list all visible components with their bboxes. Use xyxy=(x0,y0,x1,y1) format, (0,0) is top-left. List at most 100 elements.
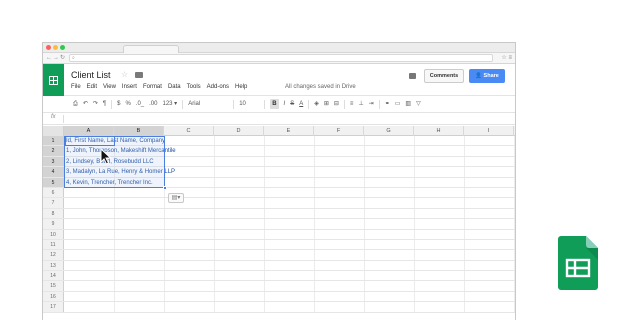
row-cells[interactable] xyxy=(64,187,515,198)
menu-add-ons[interactable]: Add-ons xyxy=(207,84,229,90)
row-cells[interactable] xyxy=(64,281,515,291)
share-button[interactable]: 👤 Share xyxy=(469,69,505,83)
menu-insert[interactable]: Insert xyxy=(122,84,137,90)
borders-icon[interactable]: ⊞ xyxy=(324,99,329,109)
row-header[interactable]: 11 xyxy=(43,239,64,250)
column-header[interactable]: C xyxy=(164,126,214,136)
row-header[interactable]: 4 xyxy=(43,167,64,177)
row-cells[interactable]: 2, Lindsey, Budd, Rosebudd LLC xyxy=(64,156,515,167)
row-cells[interactable] xyxy=(64,260,515,271)
bold-button[interactable]: B xyxy=(270,99,279,109)
minimize-window-button[interactable] xyxy=(53,45,58,50)
comments-button[interactable]: Comments xyxy=(424,69,464,83)
fill-handle[interactable] xyxy=(163,186,167,190)
row-header[interactable]: 16 xyxy=(43,291,64,302)
paint-format-icon[interactable]: ¶ xyxy=(103,99,106,109)
font-size-select[interactable]: 10 xyxy=(239,99,259,109)
text-color-button[interactable]: A xyxy=(299,99,303,109)
row-cells[interactable] xyxy=(64,302,515,312)
more-formats-dropdown[interactable]: 123 ▾ xyxy=(162,99,177,109)
undo-icon[interactable]: ↶ xyxy=(83,99,88,109)
folder-icon[interactable] xyxy=(135,72,143,78)
row-cells[interactable] xyxy=(64,250,515,260)
browser-tab[interactable] xyxy=(123,45,179,53)
paste-options-icon[interactable]: ▤▾ xyxy=(168,193,184,203)
insert-link-icon[interactable]: ⚭ xyxy=(385,99,390,109)
cell-value[interactable]: Id, First Name, Last Name, Company xyxy=(66,136,165,146)
filter-icon[interactable]: ▽ xyxy=(416,99,421,109)
sheets-home-button[interactable] xyxy=(43,64,64,96)
column-header[interactable]: F xyxy=(314,126,364,136)
italic-button[interactable]: I xyxy=(284,99,286,109)
row-cells[interactable]: Id, First Name, Last Name, Company xyxy=(64,136,515,146)
browser-menu-icon[interactable]: ≡ xyxy=(508,55,512,61)
row-header[interactable]: 8 xyxy=(43,208,64,219)
print-icon[interactable]: ⎙ xyxy=(73,99,78,109)
horizontal-align-icon[interactable]: ≡ xyxy=(350,99,354,109)
cell-value[interactable]: 1, John, Thompson, Makeshift Mercantile xyxy=(66,146,176,156)
menu-tools[interactable]: Tools xyxy=(187,84,201,90)
row-header[interactable]: 2 xyxy=(43,146,64,156)
zoom-window-button[interactable] xyxy=(60,45,65,50)
row-header[interactable]: 5 xyxy=(43,177,64,187)
document-title[interactable]: Client List xyxy=(71,70,111,80)
column-header[interactable]: E xyxy=(264,126,314,136)
close-window-button[interactable] xyxy=(46,45,51,50)
menu-data[interactable]: Data xyxy=(168,84,181,90)
row-cells[interactable] xyxy=(64,271,515,281)
increase-decimal-button[interactable]: .00 xyxy=(149,99,157,109)
comment-icon[interactable] xyxy=(409,73,416,79)
forward-icon[interactable]: → xyxy=(53,55,60,61)
row-header[interactable]: 1 xyxy=(43,136,64,146)
row-header[interactable]: 13 xyxy=(43,260,64,271)
formula-bar[interactable]: fx xyxy=(43,113,515,125)
back-icon[interactable]: ← xyxy=(46,55,53,61)
percent-format-button[interactable]: % xyxy=(125,99,130,109)
font-family-select[interactable]: Arial xyxy=(188,99,228,109)
menu-help[interactable]: Help xyxy=(235,84,247,90)
row-cells[interactable]: 3, Madalyn, La Rue, Henry & Homer LLP xyxy=(64,167,515,177)
row-cells[interactable]: 1, John, Thompson, Makeshift Mercantile xyxy=(64,146,515,156)
column-header[interactable]: D xyxy=(214,126,264,136)
vertical-align-icon[interactable]: ⊥ xyxy=(358,99,363,109)
row-cells[interactable] xyxy=(64,198,515,208)
row-header[interactable]: 12 xyxy=(43,250,64,260)
insert-comment-icon[interactable]: ▭ xyxy=(395,99,401,109)
redo-icon[interactable]: ↷ xyxy=(93,99,98,109)
row-cells[interactable] xyxy=(64,291,515,302)
star-icon[interactable]: ☆ xyxy=(121,70,128,79)
insert-chart-icon[interactable]: ▥ xyxy=(405,99,411,109)
row-header[interactable]: 10 xyxy=(43,229,64,239)
menu-edit[interactable]: Edit xyxy=(87,84,97,90)
cell-value[interactable]: 4, Kevin, Trencher, Trencher Inc. xyxy=(66,178,153,188)
cell-value[interactable]: 3, Madalyn, La Rue, Henry & Homer LLP xyxy=(66,167,175,177)
row-header[interactable]: 6 xyxy=(43,187,64,198)
spreadsheet-grid[interactable]: A B C D E F G H I 1 Id, First Name, Last … xyxy=(43,126,515,313)
bookmark-star-icon[interactable]: ☆ xyxy=(501,55,506,61)
decrease-decimal-button[interactable]: .0_ xyxy=(136,99,144,109)
row-cells[interactable] xyxy=(64,219,515,229)
column-header[interactable]: A xyxy=(64,126,114,136)
text-wrap-icon[interactable]: ⇥ xyxy=(369,99,374,109)
menu-view[interactable]: View xyxy=(103,84,116,90)
row-header[interactable]: 9 xyxy=(43,219,64,229)
row-cells[interactable]: 4, Kevin, Trencher, Trencher Inc. xyxy=(64,177,515,188)
merge-cells-icon[interactable]: ⊟ xyxy=(334,99,339,109)
column-header[interactable]: I xyxy=(464,126,514,136)
strikethrough-button[interactable]: S xyxy=(290,99,294,109)
row-header[interactable]: 14 xyxy=(43,271,64,281)
column-header[interactable]: G xyxy=(364,126,414,136)
currency-format-button[interactable]: $ xyxy=(117,99,120,109)
row-header[interactable]: 17 xyxy=(43,302,64,312)
address-bar[interactable]: ⌕ xyxy=(69,54,493,62)
row-cells[interactable] xyxy=(64,239,515,250)
row-cells[interactable] xyxy=(64,208,515,219)
column-header[interactable]: B xyxy=(114,126,164,136)
fill-color-icon[interactable]: ◈ xyxy=(314,99,319,109)
select-all-corner[interactable] xyxy=(43,126,64,136)
column-header[interactable]: H xyxy=(414,126,464,136)
menu-file[interactable]: File xyxy=(71,84,81,90)
row-header[interactable]: 15 xyxy=(43,281,64,291)
reload-icon[interactable]: ↻ xyxy=(60,55,66,61)
menu-format[interactable]: Format xyxy=(143,84,162,90)
